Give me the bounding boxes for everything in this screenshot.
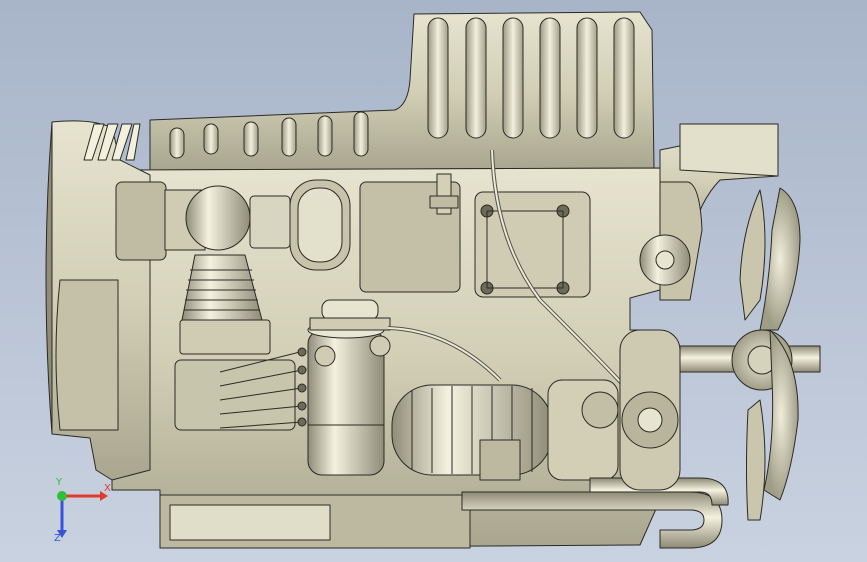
bell-housing[interactable] <box>45 120 167 481</box>
alternator[interactable] <box>639 234 691 286</box>
oil-pan[interactable] <box>159 494 471 549</box>
axis-triad: X Y Z <box>40 476 120 546</box>
intake-plenum[interactable] <box>149 11 655 171</box>
z-axis-label: Z <box>54 533 61 544</box>
oil-filter[interactable] <box>307 321 391 476</box>
y-axis-marker <box>57 491 67 501</box>
engine-model[interactable] <box>0 0 867 562</box>
x-axis-label: X <box>104 483 111 494</box>
graphics-viewport[interactable]: X Y Z <box>0 0 867 562</box>
turbo-heat-shield[interactable] <box>391 379 619 481</box>
timing-cover[interactable] <box>619 329 681 491</box>
injector-rail[interactable] <box>174 347 307 431</box>
y-axis-label: Y <box>56 477 63 488</box>
fan-shaft[interactable] <box>679 329 821 391</box>
